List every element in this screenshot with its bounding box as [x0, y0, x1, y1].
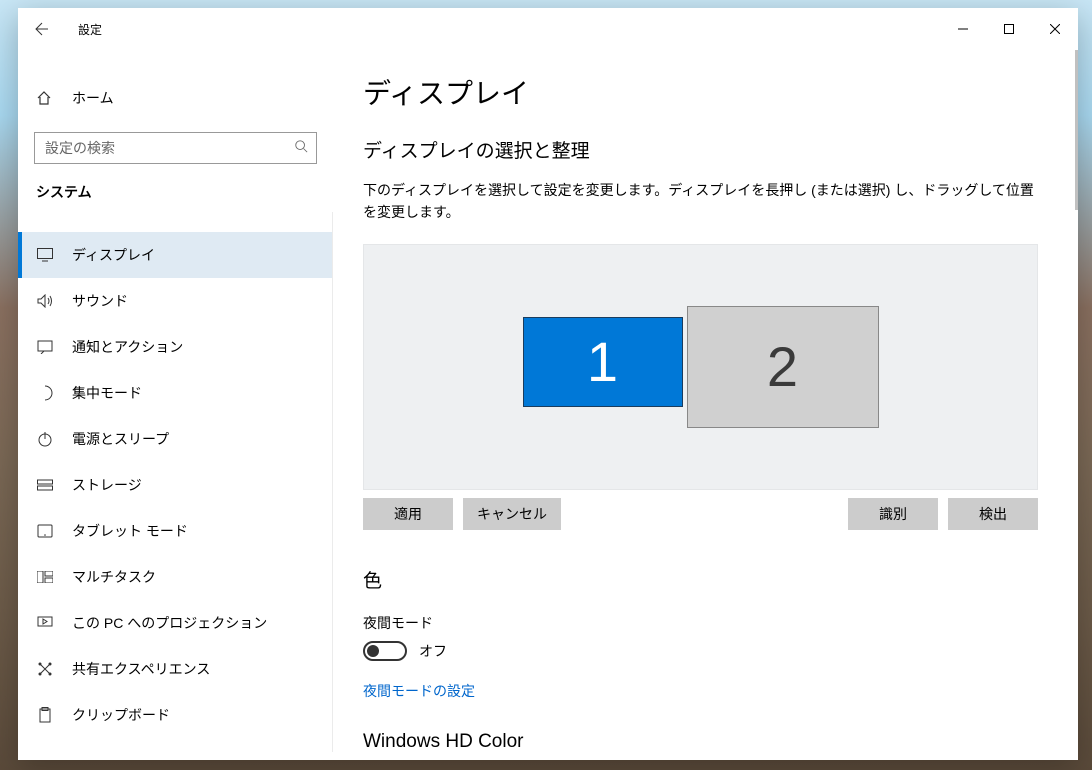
home-label: ホーム — [72, 88, 114, 108]
window-controls — [940, 13, 1078, 45]
minimize-button[interactable] — [940, 13, 986, 45]
sidebar-item-sound[interactable]: サウンド — [18, 278, 332, 324]
arrange-title: ディスプレイの選択と整理 — [363, 136, 1038, 163]
notifications-icon — [36, 340, 54, 354]
cancel-button[interactable]: キャンセル — [463, 498, 561, 530]
search-icon — [294, 139, 308, 158]
power-icon — [36, 431, 54, 447]
back-arrow-icon — [34, 21, 50, 37]
content[interactable]: ディスプレイ ディスプレイの選択と整理 下のディスプレイを選択して設定を変更しま… — [333, 50, 1078, 760]
page-title: ディスプレイ — [363, 72, 1038, 112]
hd-color-title: Windows HD Color — [363, 731, 1038, 753]
home-button[interactable]: ホーム — [18, 76, 333, 120]
night-mode-label: 夜間モード — [363, 613, 1038, 633]
search-placeholder: 設定の検索 — [45, 138, 294, 158]
clipboard-icon — [36, 707, 54, 723]
detect-button[interactable]: 検出 — [948, 498, 1038, 530]
home-icon — [36, 90, 54, 106]
titlebar: 設定 — [18, 8, 1078, 50]
scrollbar[interactable] — [1075, 50, 1078, 210]
display-arrange-area[interactable]: 1 2 — [363, 244, 1038, 490]
arrange-help: 下のディスプレイを選択して設定を変更します。ディスプレイを長押し (または選択)… — [363, 179, 1038, 224]
shared-icon — [36, 661, 54, 677]
sidebar-item-projection[interactable]: この PC へのプロジェクション — [18, 600, 332, 646]
maximize-button[interactable] — [986, 13, 1032, 45]
category-label: システム — [18, 174, 333, 212]
maximize-icon — [1004, 24, 1014, 34]
nav-list: ディスプレイ サウンド 通知とアクション 集中モード 電源とスリープ — [18, 212, 333, 752]
identify-button[interactable]: 識別 — [848, 498, 938, 530]
sidebar-item-tablet[interactable]: タブレット モード — [18, 508, 332, 554]
close-icon — [1050, 24, 1060, 34]
storage-icon — [36, 479, 54, 491]
sidebar-item-display[interactable]: ディスプレイ — [18, 232, 332, 278]
night-mode-settings-link[interactable]: 夜間モードの設定 — [363, 681, 1038, 701]
sidebar-item-storage[interactable]: ストレージ — [18, 462, 332, 508]
night-mode-toggle[interactable] — [363, 641, 407, 661]
search-wrap: 設定の検索 — [18, 120, 333, 174]
monitor-2[interactable]: 2 — [687, 306, 879, 428]
sidebar-item-multitask[interactable]: マルチタスク — [18, 554, 332, 600]
minimize-icon — [958, 24, 968, 34]
color-title: 色 — [363, 566, 1038, 593]
multitask-icon — [36, 571, 54, 583]
arrange-buttons: 適用 キャンセル 識別 検出 — [363, 498, 1038, 530]
sound-icon — [36, 294, 54, 308]
toggle-state: オフ — [419, 641, 447, 661]
monitor-1[interactable]: 1 — [523, 317, 683, 407]
display-icon — [36, 248, 54, 262]
color-section: 色 夜間モード オフ 夜間モードの設定 — [363, 566, 1038, 701]
night-mode-toggle-row: オフ — [363, 641, 1038, 661]
sidebar-item-notifications[interactable]: 通知とアクション — [18, 324, 332, 370]
tablet-icon — [36, 524, 54, 538]
window-title: 設定 — [78, 21, 102, 38]
settings-window: 設定 ホーム 設定の検索 — [18, 8, 1078, 760]
sidebar-item-shared[interactable]: 共有エクスペリエンス — [18, 646, 332, 692]
sidebar-item-focus[interactable]: 集中モード — [18, 370, 332, 416]
focus-icon — [36, 385, 54, 401]
sidebar-item-clipboard[interactable]: クリップボード — [18, 692, 332, 738]
toggle-knob — [367, 645, 379, 657]
sidebar: ホーム 設定の検索 システム ディスプレイ サウンド — [18, 50, 333, 760]
sidebar-item-power[interactable]: 電源とスリープ — [18, 416, 332, 462]
back-button[interactable] — [18, 8, 66, 50]
search-input[interactable]: 設定の検索 — [34, 132, 317, 164]
projection-icon — [36, 616, 54, 630]
close-button[interactable] — [1032, 13, 1078, 45]
apply-button[interactable]: 適用 — [363, 498, 453, 530]
body-area: ホーム 設定の検索 システム ディスプレイ サウンド — [18, 50, 1078, 760]
